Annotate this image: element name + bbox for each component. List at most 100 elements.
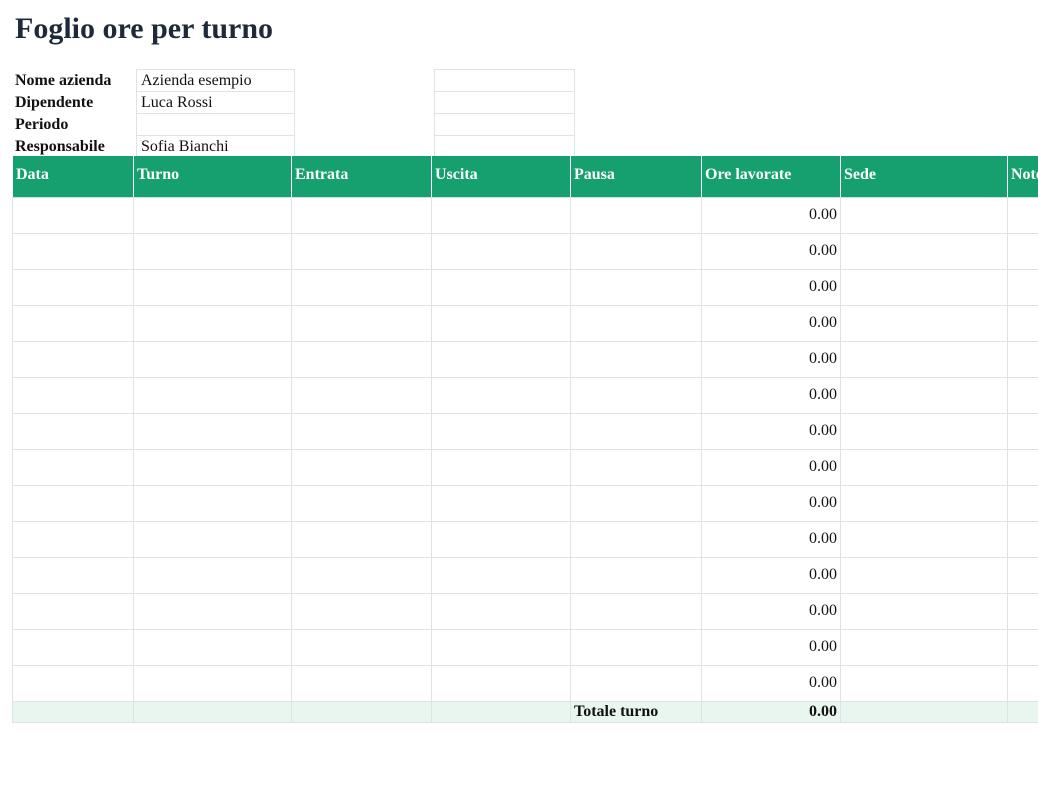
table-cell[interactable]: [570, 412, 702, 450]
table-cell[interactable]: [291, 340, 432, 378]
table-cell[interactable]: [840, 592, 1008, 630]
table-cell[interactable]: [291, 520, 432, 558]
table-cell[interactable]: [1007, 196, 1038, 234]
ore-lavorate-cell[interactable]: 0.00: [701, 304, 841, 342]
table-cell[interactable]: [291, 268, 432, 306]
table-cell[interactable]: [570, 232, 702, 270]
table-cell[interactable]: [133, 268, 292, 306]
ore-lavorate-cell[interactable]: 0.00: [701, 196, 841, 234]
table-cell[interactable]: [291, 592, 432, 630]
table-cell[interactable]: [133, 664, 292, 702]
table-cell[interactable]: [12, 484, 134, 522]
table-cell[interactable]: [1007, 376, 1038, 414]
column-header-note[interactable]: Note: [1007, 156, 1038, 198]
table-cell[interactable]: [431, 412, 571, 450]
ore-lavorate-cell[interactable]: 0.00: [701, 592, 841, 630]
ore-lavorate-cell[interactable]: 0.00: [701, 628, 841, 666]
table-cell[interactable]: [1007, 304, 1038, 342]
table-cell[interactable]: [12, 664, 134, 702]
table-cell[interactable]: [431, 304, 571, 342]
table-cell[interactable]: [840, 484, 1008, 522]
table-cell[interactable]: [570, 448, 702, 486]
table-cell[interactable]: [133, 520, 292, 558]
table-cell[interactable]: [431, 448, 571, 486]
table-cell[interactable]: [291, 484, 432, 522]
info-extra-cell[interactable]: [434, 69, 575, 92]
table-cell[interactable]: [840, 628, 1008, 666]
table-cell[interactable]: [133, 412, 292, 450]
table-cell[interactable]: [840, 304, 1008, 342]
table-cell[interactable]: [291, 196, 432, 234]
info-field-periodo[interactable]: [136, 113, 295, 136]
table-cell[interactable]: [840, 664, 1008, 702]
table-cell[interactable]: [12, 520, 134, 558]
ore-lavorate-cell[interactable]: 0.00: [701, 268, 841, 306]
column-header-sede[interactable]: Sede: [840, 156, 1008, 198]
table-cell[interactable]: [840, 376, 1008, 414]
ore-lavorate-cell[interactable]: 0.00: [701, 556, 841, 594]
table-cell[interactable]: [133, 556, 292, 594]
ore-lavorate-cell[interactable]: 0.00: [701, 340, 841, 378]
table-cell[interactable]: [570, 376, 702, 414]
table-cell[interactable]: [12, 340, 134, 378]
table-cell[interactable]: [133, 196, 292, 234]
ore-lavorate-cell[interactable]: 0.00: [701, 376, 841, 414]
table-cell[interactable]: [840, 556, 1008, 594]
table-cell[interactable]: [431, 556, 571, 594]
table-cell[interactable]: [840, 520, 1008, 558]
ore-lavorate-cell[interactable]: 0.00: [701, 448, 841, 486]
table-cell[interactable]: [12, 628, 134, 666]
table-cell[interactable]: [840, 340, 1008, 378]
table-cell[interactable]: [840, 448, 1008, 486]
table-cell[interactable]: [133, 340, 292, 378]
table-cell[interactable]: [431, 232, 571, 270]
info-extra-cell[interactable]: [434, 113, 575, 136]
table-cell[interactable]: [1007, 520, 1038, 558]
table-cell[interactable]: [431, 628, 571, 666]
table-cell[interactable]: [431, 520, 571, 558]
table-cell[interactable]: [570, 520, 702, 558]
table-cell[interactable]: [1007, 340, 1038, 378]
table-cell[interactable]: [840, 232, 1008, 270]
info-extra-cell[interactable]: [434, 91, 575, 114]
table-cell[interactable]: [1007, 268, 1038, 306]
table-cell[interactable]: [570, 268, 702, 306]
table-cell[interactable]: [1007, 448, 1038, 486]
info-field-nome-azienda[interactable]: Azienda esempio: [136, 69, 295, 92]
table-cell[interactable]: [570, 304, 702, 342]
table-cell[interactable]: [291, 628, 432, 666]
table-cell[interactable]: [12, 196, 134, 234]
table-cell[interactable]: [1007, 628, 1038, 666]
table-cell[interactable]: [133, 232, 292, 270]
table-cell[interactable]: [431, 268, 571, 306]
table-cell[interactable]: [12, 376, 134, 414]
table-cell[interactable]: [133, 304, 292, 342]
table-cell[interactable]: [840, 196, 1008, 234]
column-header-data[interactable]: Data: [12, 156, 134, 198]
table-cell[interactable]: [12, 556, 134, 594]
table-cell[interactable]: [133, 628, 292, 666]
table-cell[interactable]: [12, 268, 134, 306]
table-cell[interactable]: [291, 304, 432, 342]
table-cell[interactable]: [840, 268, 1008, 306]
table-cell[interactable]: [133, 376, 292, 414]
table-cell[interactable]: [291, 664, 432, 702]
info-field-dipendente[interactable]: Luca Rossi: [136, 91, 295, 114]
table-cell[interactable]: [1007, 412, 1038, 450]
table-cell[interactable]: [431, 592, 571, 630]
table-cell[interactable]: [570, 196, 702, 234]
table-cell[interactable]: [1007, 232, 1038, 270]
table-cell[interactable]: [133, 484, 292, 522]
table-cell[interactable]: [1007, 556, 1038, 594]
table-cell[interactable]: [431, 340, 571, 378]
table-cell[interactable]: [12, 448, 134, 486]
table-cell[interactable]: [431, 376, 571, 414]
column-header-pausa[interactable]: Pausa: [570, 156, 702, 198]
column-header-ore-lavorate[interactable]: Ore lavorate: [701, 156, 841, 198]
table-cell[interactable]: [12, 232, 134, 270]
table-cell[interactable]: [840, 412, 1008, 450]
ore-lavorate-cell[interactable]: 0.00: [701, 484, 841, 522]
table-cell[interactable]: [431, 196, 571, 234]
ore-lavorate-cell[interactable]: 0.00: [701, 520, 841, 558]
table-cell[interactable]: [1007, 592, 1038, 630]
